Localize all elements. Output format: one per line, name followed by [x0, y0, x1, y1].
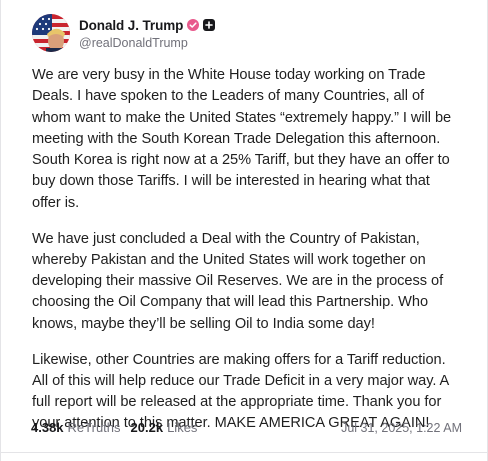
post-header: Donald J. Trump @realDonaldTrump — [32, 13, 463, 53]
avatar-flag-icon — [32, 14, 70, 52]
retruths-stat[interactable]: 4.38k ReTruths — [31, 420, 121, 435]
name-row: Donald J. Trump — [79, 16, 216, 34]
retruths-label: ReTruths — [67, 420, 121, 435]
user-block: Donald J. Trump @realDonaldTrump — [79, 16, 216, 50]
post-card: Donald J. Trump @realDonaldTrump We are … — [0, 0, 488, 461]
likes-stat[interactable]: 20.2k Likes — [131, 420, 198, 435]
post-body: We are very busy in the White House toda… — [32, 65, 463, 435]
likes-count: 20.2k — [130, 420, 164, 435]
avatar[interactable] — [32, 14, 70, 52]
plus-square-icon — [203, 19, 216, 31]
post-paragraph: We have just concluded a Deal with the C… — [32, 230, 444, 332]
post-timestamp[interactable]: Jul 31, 2025, 1:22 AM — [341, 421, 462, 435]
retruths-count: 4.38k — [31, 420, 64, 435]
verified-badge-icon — [187, 19, 200, 31]
post-paragraph: We are very busy in the White House toda… — [32, 67, 452, 211]
display-name[interactable]: Donald J. Trump — [79, 18, 183, 33]
divider — [0, 452, 488, 453]
post-footer: 4.38k ReTruths 20.2k Likes Jul 31, 2025,… — [31, 420, 462, 435]
user-handle[interactable]: @realDonaldTrump — [79, 36, 215, 50]
likes-label: Likes — [167, 420, 198, 435]
